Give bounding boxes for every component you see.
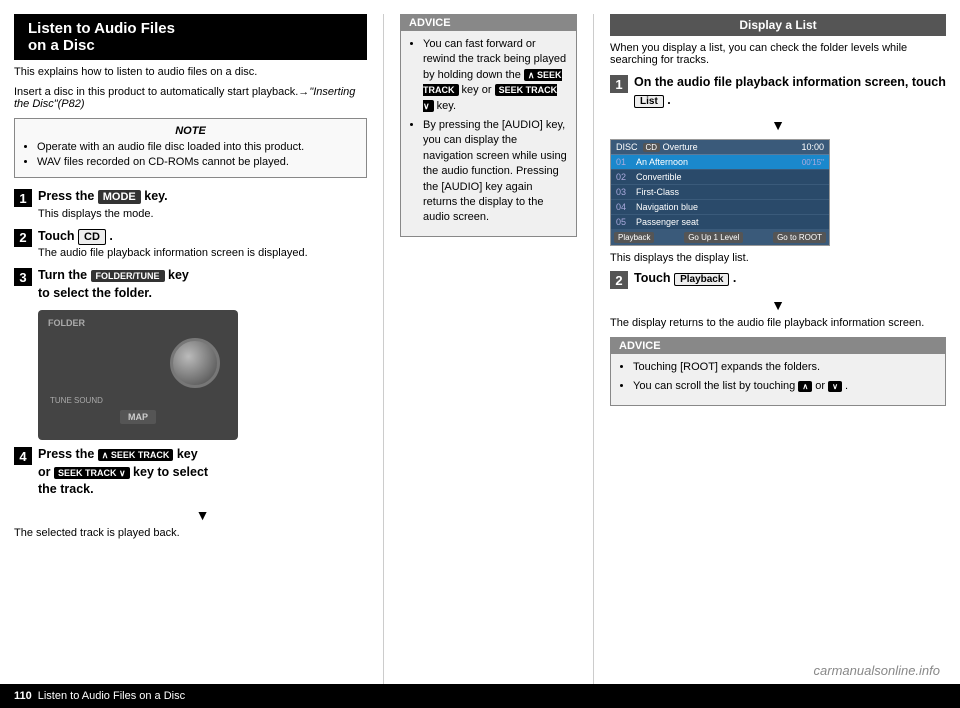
track-num-2: 02 [616, 172, 636, 182]
playback-key: Playback [674, 273, 729, 286]
advice-right-item-2: You can scroll the list by touching ∧ or… [633, 379, 937, 394]
note-box: NOTE Operate with an audio file disc loa… [14, 118, 367, 178]
right-step-2-main: Touch Playback . [634, 270, 946, 288]
right-section-title: Display a List [610, 14, 946, 36]
scroll-down-btn: ∨ [828, 381, 842, 392]
step-4: 4 Press the ∧ SEEK TRACK key or SEEK TRA… [14, 446, 367, 499]
track-num-4: 04 [616, 202, 636, 212]
right-step-num-2: 2 [610, 271, 628, 289]
device-knob [170, 338, 220, 388]
device-map-btn: MAP [120, 410, 156, 424]
right-step-1: 1 On the audio file playback information… [610, 74, 946, 109]
cd-key: CD [78, 229, 106, 245]
right-step-2-sub: The display returns to the audio file pl… [610, 317, 946, 329]
step-1: 1 Press the MODE key. This displays the … [14, 188, 367, 220]
device-tune-label: TUNE SOUND [50, 396, 103, 405]
right-arrow-2: ▼ [610, 297, 946, 313]
step-2-main: Touch CD . [38, 228, 367, 246]
right-step-num-1: 1 [610, 75, 628, 93]
right-intro: When you display a list, you can check t… [610, 42, 946, 66]
list-key: List [634, 95, 664, 108]
scroll-up-btn: ∧ [798, 381, 812, 392]
left-column: Listen to Audio Files on a Disc This exp… [14, 14, 384, 684]
footer-btn-root[interactable]: Go to ROOT [773, 232, 826, 243]
footer-btn-up[interactable]: Go Up 1 Level [684, 232, 743, 243]
footer-btn-playback[interactable]: Playback [614, 232, 654, 243]
right-step-2: 2 Touch Playback . [610, 270, 946, 289]
advice-item-middle-1: You can fast forward or rewind the track… [423, 37, 568, 114]
advice-box-right: ADVICE Touching [ROOT] expands the folde… [610, 337, 946, 406]
step-num-1: 1 [14, 189, 32, 207]
screen-row-3: 03 First-Class [611, 185, 829, 200]
track-num-3: 03 [616, 187, 636, 197]
step-2: 2 Touch CD . The audio file playback inf… [14, 228, 367, 260]
footer-bar: 110 Listen to Audio Files on a Disc [0, 684, 960, 708]
note-list: Operate with an audio file disc loaded i… [23, 141, 358, 168]
note-title: NOTE [23, 125, 358, 137]
seek-up-key: ∧ SEEK TRACK [98, 449, 174, 461]
step-4-main: Press the ∧ SEEK TRACK key or SEEK TRACK… [38, 446, 367, 499]
screen-row-2: 02 Convertible [611, 170, 829, 185]
track-name-2: Convertible [636, 172, 682, 182]
screen-header-time: 10:00 [801, 142, 824, 152]
screen-footer: Playback Go Up 1 Level Go to ROOT [611, 230, 829, 245]
advice-list-right: Touching [ROOT] expands the folders. You… [619, 360, 937, 395]
step-1-main: Press the MODE key. [38, 188, 367, 206]
page-container: Listen to Audio Files on a Disc This exp… [0, 0, 960, 708]
main-content: Listen to Audio Files on a Disc This exp… [0, 0, 960, 684]
folder-tune-key: FOLDER/TUNE [91, 270, 165, 282]
screen-header-left: DISC CD Overture [616, 142, 698, 152]
final-text: The selected track is played back. [14, 527, 367, 539]
step-2-sub: The audio file playback information scre… [38, 247, 367, 259]
section-title-box: Listen to Audio Files on a Disc [14, 14, 367, 60]
track-name-4: Navigation blue [636, 202, 698, 212]
screen-row-4: 04 Navigation blue [611, 200, 829, 215]
advice-title-middle: ADVICE [401, 15, 576, 31]
step-1-sub: This displays the mode. [38, 208, 367, 220]
right-column: Display a List When you display a list, … [594, 14, 946, 684]
right-step-1-main: On the audio file playback information s… [634, 74, 946, 109]
advice-item-middle-2: By pressing the [AUDIO] key, you can dis… [423, 118, 568, 226]
list-display-text: This displays the display list. [610, 252, 946, 264]
screen-row-5: 05 Passenger seat [611, 215, 829, 230]
arrow-final: ▼ [38, 507, 367, 523]
seek-down-key: SEEK TRACK ∨ [54, 467, 130, 479]
screen-header: DISC CD Overture 10:00 [611, 140, 829, 155]
watermark: carmanualsonline.info [814, 663, 940, 678]
track-name-3: First-Class [636, 187, 679, 197]
advice-box-middle: ADVICE You can fast forward or rewind th… [400, 14, 577, 237]
step-3-main: Turn the FOLDER/TUNE keyto select the fo… [38, 267, 367, 302]
track-time-1: 00'15" [802, 158, 824, 167]
note-item-1: Operate with an audio file disc loaded i… [37, 141, 358, 153]
mode-key: MODE [98, 190, 141, 204]
advice-right-item-1: Touching [ROOT] expands the folders. [633, 360, 937, 375]
device-image: FOLDER TUNE SOUND MAP [38, 310, 238, 440]
step-num-3: 3 [14, 268, 32, 286]
track-name-1: An Afternoon [636, 157, 688, 167]
track-num-1: 01 [616, 157, 636, 167]
subtitle: This explains how to listen to audio fil… [14, 66, 367, 78]
display-screen: DISC CD Overture 10:00 01 An Afternoon 0… [610, 139, 830, 246]
middle-column: ADVICE You can fast forward or rewind th… [384, 14, 594, 684]
track-num-5: 05 [616, 217, 636, 227]
footer-text: Listen to Audio Files on a Disc [38, 690, 185, 702]
page-number: 110 [14, 690, 32, 702]
step-3: 3 Turn the FOLDER/TUNE keyto select the … [14, 267, 367, 302]
intro-text: Insert a disc in this product to automat… [14, 86, 367, 110]
screen-row-1: 01 An Afternoon 00'15" [611, 155, 829, 170]
right-arrow-1: ▼ [610, 117, 946, 133]
device-folder-label: FOLDER [48, 318, 85, 328]
step-num-2: 2 [14, 229, 32, 247]
note-item-2: WAV files recorded on CD-ROMs cannot be … [37, 156, 358, 168]
step-num-4: 4 [14, 447, 32, 465]
advice-title-right: ADVICE [611, 338, 945, 354]
advice-list-middle: You can fast forward or rewind the track… [409, 37, 568, 226]
track-name-5: Passenger seat [636, 217, 699, 227]
